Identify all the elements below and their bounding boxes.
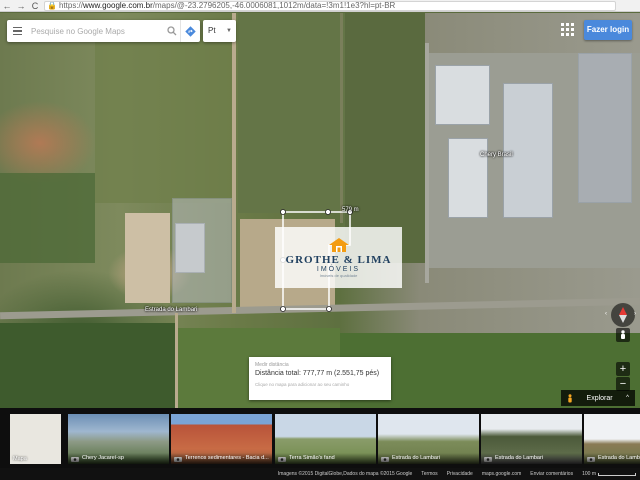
menu-icon[interactable] [7, 20, 27, 42]
realtor-watermark: GROTHE & LIMA IMÓVEIS Imóveis de qualida… [275, 227, 402, 288]
pegman-icon[interactable] [616, 328, 630, 342]
watermark-subtitle: IMÓVEIS [316, 266, 361, 273]
feedback-link[interactable]: Enviar comentários [530, 471, 573, 477]
forward-button[interactable]: → [14, 0, 28, 12]
terms-link[interactable]: Termos [421, 471, 437, 477]
pegman-small-icon [568, 393, 572, 402]
photo-thumbnail[interactable]: Estrada do Lambari [378, 414, 479, 464]
measure-path [280, 209, 353, 312]
house-logo-icon [328, 238, 349, 252]
explore-button[interactable]: Explorar ^ [561, 390, 635, 406]
watermark-name: GROTHE & LIMA [285, 254, 392, 266]
login-button[interactable]: Fazer login [584, 20, 632, 40]
rotate-left-button[interactable]: ‹ [605, 311, 607, 317]
url-path: /maps/@-23.2796205,-46.0006081,1012m/dat… [152, 0, 396, 10]
scale-ruler [598, 472, 636, 476]
measure-distance-card: Medir distância Distância total: 777,77 … [249, 357, 391, 400]
measure-title: Medir distância [255, 362, 289, 368]
search-icon[interactable] [164, 20, 180, 42]
measure-total-distance: Distância total: 777,77 m (2.551,75 pés) [255, 370, 380, 377]
url-host: www.google.com.br [82, 0, 153, 10]
photo-thumbnail[interactable]: Terrenos sedimentares - Bacia d... [171, 414, 272, 464]
satellite-map[interactable]: 579 m Chery Brasil Estrada do Lambari [0, 13, 640, 408]
photo-caption: Terrenos sedimentares - Bacia d... [171, 453, 272, 464]
explore-label: Explorar [586, 394, 613, 402]
ruler-label: 579 m [342, 207, 359, 213]
photo-strip: Mapa Chery Jacareí-sp Terrenos sedimenta… [0, 408, 640, 468]
language-value: Pt [208, 26, 216, 35]
measure-hint: Clique no mapa para adicionar ao seu cam… [255, 382, 350, 387]
scale-label: 100 m [582, 471, 596, 477]
photo-thumbnail[interactable]: Estrada do Lambari [481, 414, 582, 464]
photo-caption: Estrada do Lambari [584, 453, 640, 464]
photo-thumbnail[interactable]: Chery Jacareí-sp [68, 414, 169, 464]
place-label-chery[interactable]: Chery Brasil [480, 152, 513, 158]
dropdown-arrow-icon: ▼ [226, 28, 232, 34]
lock-icon: 🔒 [47, 0, 57, 10]
zoom-out-button[interactable]: − [616, 377, 630, 391]
browser-address-bar: ← → C 🔒 https://www.google.com.br/maps/@-… [0, 0, 640, 12]
scale-bar[interactable]: 100 m [582, 471, 636, 477]
url-scheme: https:// [58, 0, 83, 10]
apps-grid-icon[interactable] [559, 21, 575, 37]
compass-icon[interactable] [611, 303, 635, 327]
directions-icon[interactable] [180, 20, 200, 42]
photo-thumbnail-map[interactable]: Mapa [10, 414, 61, 464]
back-button[interactable]: ← [0, 0, 14, 12]
watermark-tagline: Imóveis de qualidade [319, 273, 358, 278]
language-select[interactable]: Pt ▼ [203, 20, 236, 42]
photo-caption: Mapa [13, 456, 27, 462]
photo-caption: Estrada do Lambari [481, 453, 582, 464]
chevron-up-icon: ^ [626, 395, 629, 401]
search-input[interactable] [27, 21, 164, 41]
photo-caption: Estrada do Lambari [378, 453, 479, 464]
maps-domain: maps.google.com [481, 471, 522, 477]
photo-caption: Chery Jacareí-sp [68, 453, 169, 464]
photo-thumbnail[interactable]: Estrada do Lambari [584, 414, 640, 464]
photo-thumbnail[interactable]: Terra Simão's fand [275, 414, 376, 464]
imagery-credit: Imagens ©2015 DigitalGlobe,Dados do mapa… [277, 471, 413, 477]
search-box [7, 20, 200, 42]
url-field[interactable]: 🔒 https://www.google.com.br/maps/@-23.279… [44, 0, 616, 11]
zoom-in-button[interactable]: + [616, 362, 630, 376]
map-footer: Imagens ©2015 DigitalGlobe,Dados do mapa… [0, 468, 640, 480]
photo-caption: Terra Simão's fand [275, 453, 376, 464]
reload-button[interactable]: C [28, 0, 42, 12]
street-label: Estrada do Lambari [145, 307, 198, 313]
privacy-link[interactable]: Privacidade [447, 471, 473, 477]
rotate-right-button[interactable]: › [634, 311, 636, 317]
